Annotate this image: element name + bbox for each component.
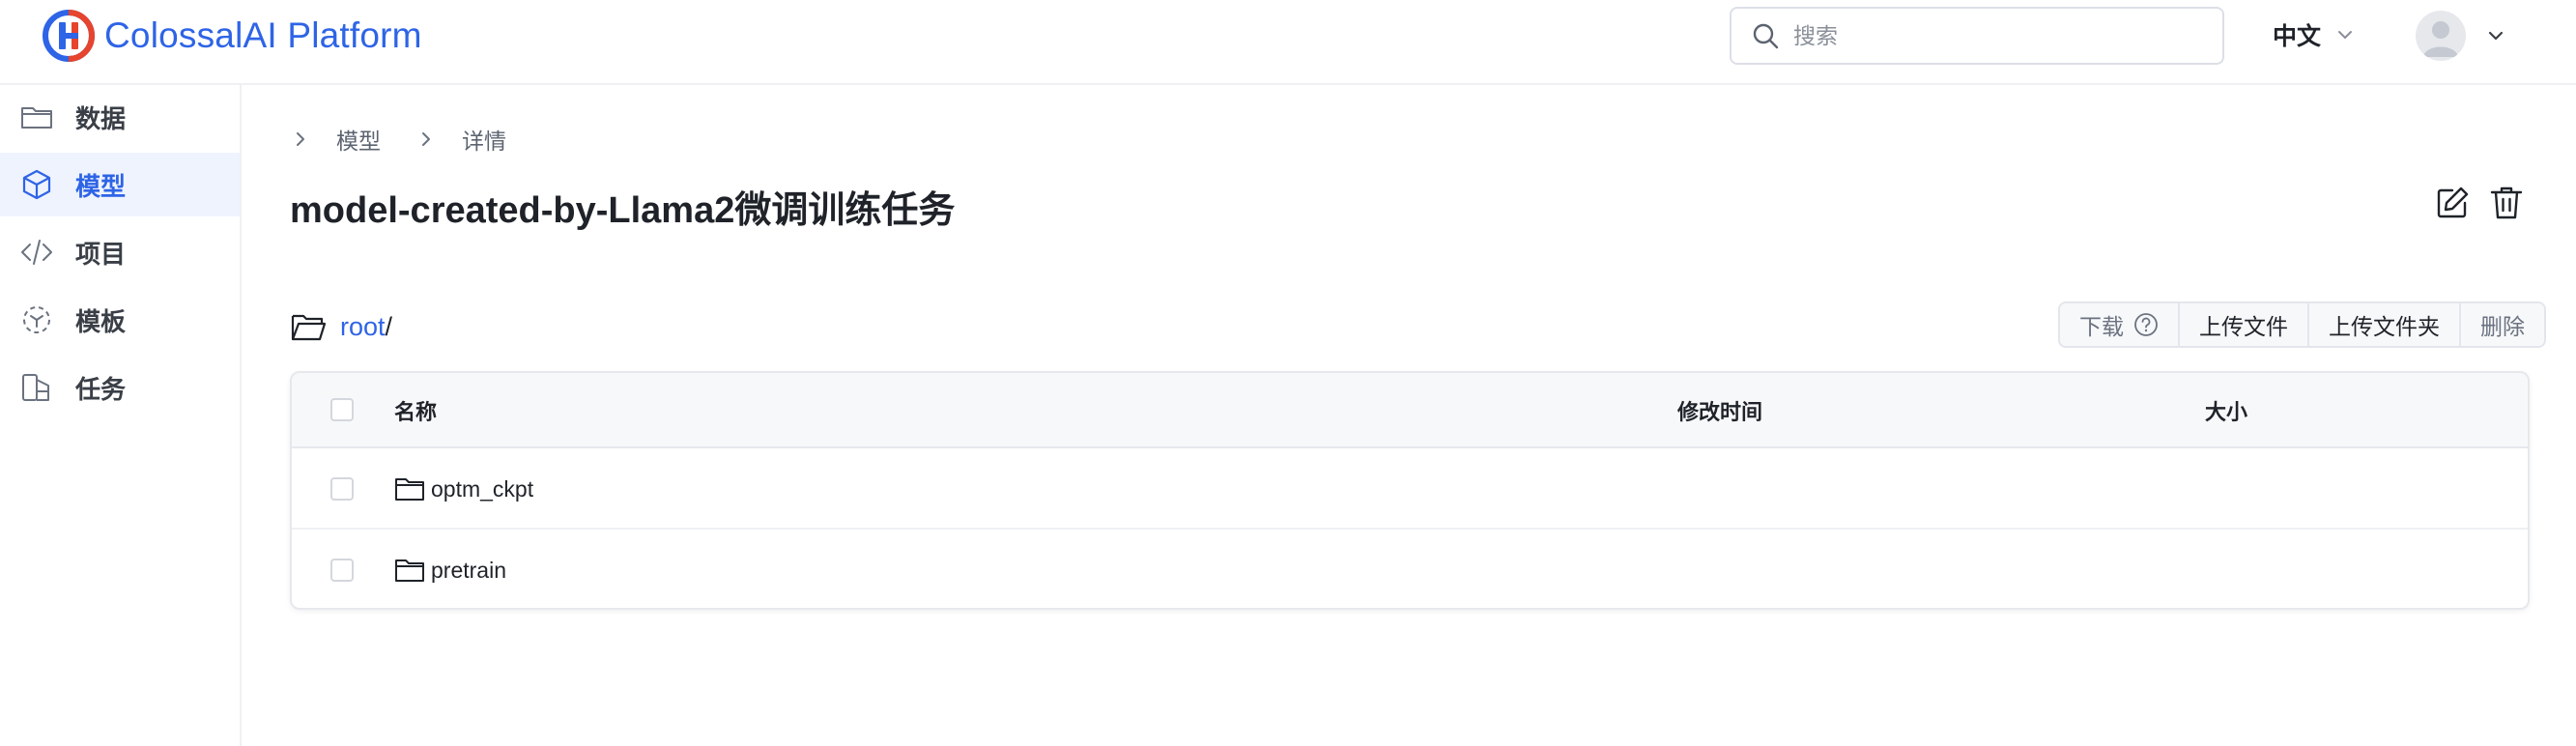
avatar-icon <box>2423 21 2458 57</box>
folder-open-icon <box>291 314 327 341</box>
sidebar-item-data[interactable]: 数据 <box>0 85 240 149</box>
edit-icon <box>2437 186 2469 218</box>
file-name: optm_ckpt <box>431 475 534 502</box>
file-table: 名称 修改时间 大小 optm_ckpt pretrain <box>290 371 2530 610</box>
trash-icon <box>2490 186 2523 219</box>
sidebar-item-label: 数据 <box>75 103 127 133</box>
language-label: 中文 <box>2273 23 2322 50</box>
row-checkbox[interactable] <box>330 477 354 501</box>
code-icon <box>21 240 52 265</box>
chevron-right-icon <box>422 132 430 146</box>
table-row[interactable]: pretrain <box>292 530 2528 608</box>
download-label: 下载 <box>2079 314 2124 339</box>
sidebar: 数据 模型 项目 模板 任务 <box>0 85 242 746</box>
path-separator: / <box>385 311 393 341</box>
folder-icon <box>21 107 52 129</box>
edit-button[interactable] <box>2433 184 2472 222</box>
user-menu[interactable] <box>2416 10 2506 62</box>
search-input[interactable] <box>1793 22 2199 49</box>
colossalai-logo-icon <box>43 10 95 62</box>
download-button[interactable]: 下载 <box>2060 303 2178 346</box>
delete-button[interactable] <box>2487 184 2526 222</box>
column-header-modified[interactable]: 修改时间 <box>1677 373 1762 448</box>
language-switcher[interactable]: 中文 <box>2273 17 2356 52</box>
title-actions <box>2433 184 2526 222</box>
file-actions: 下载 上传文件 上传文件夹 删除 <box>2058 301 2546 348</box>
task-icon <box>22 374 49 401</box>
chevron-down-icon <box>2338 31 2353 39</box>
top-header: ColossalAI Platform 中文 <box>0 0 2576 85</box>
upload-folder-button[interactable]: 上传文件夹 <box>2307 303 2459 346</box>
upload-file-button[interactable]: 上传文件 <box>2178 303 2307 346</box>
sidebar-item-tasks[interactable]: 任务 <box>0 356 240 419</box>
search-icon <box>1753 23 1779 49</box>
sidebar-item-label: 项目 <box>75 239 127 269</box>
cube-icon <box>22 169 51 200</box>
folder-icon <box>395 560 424 582</box>
breadcrumb: 模型 详情 <box>290 122 541 157</box>
sidebar-item-projects[interactable]: 项目 <box>0 220 240 284</box>
sidebar-item-models[interactable]: 模型 <box>0 153 240 216</box>
app-title: ColossalAI Platform <box>104 15 422 55</box>
chevron-down-icon <box>2488 31 2504 41</box>
sidebar-item-label: 模型 <box>75 171 127 201</box>
breadcrumb-item-details[interactable]: 详情 <box>462 123 506 156</box>
path-root-link[interactable]: root <box>340 312 386 342</box>
folder-icon <box>395 478 424 501</box>
column-header-name[interactable]: 名称 <box>394 373 437 448</box>
help-circle-icon[interactable] <box>2133 312 2159 337</box>
column-header-size[interactable]: 大小 <box>2205 373 2247 448</box>
folder-link[interactable]: pretrain <box>394 530 506 608</box>
table-row[interactable]: optm_ckpt <box>292 448 2528 530</box>
select-all-checkbox[interactable] <box>330 398 354 421</box>
breadcrumb-item-models[interactable]: 模型 <box>336 123 381 156</box>
sidebar-item-templates[interactable]: 模板 <box>0 288 240 352</box>
row-checkbox[interactable] <box>330 559 354 582</box>
search-box[interactable] <box>1730 7 2224 65</box>
sidebar-item-label: 模板 <box>75 306 127 336</box>
sidebar-item-label: 任务 <box>75 374 127 404</box>
folder-link[interactable]: optm_ckpt <box>394 448 533 530</box>
chevron-right-icon <box>297 132 304 146</box>
template-icon <box>23 306 50 333</box>
app-logo[interactable]: ColossalAI Platform <box>43 9 422 63</box>
file-name: pretrain <box>431 557 506 583</box>
page-title: model-created-by-Llama2微调训练任务 <box>290 190 956 231</box>
table-header: 名称 修改时间 大小 <box>292 373 2528 448</box>
delete-files-button[interactable]: 删除 <box>2459 303 2544 346</box>
path-bar: root / <box>290 307 392 346</box>
avatar[interactable] <box>2416 11 2466 61</box>
